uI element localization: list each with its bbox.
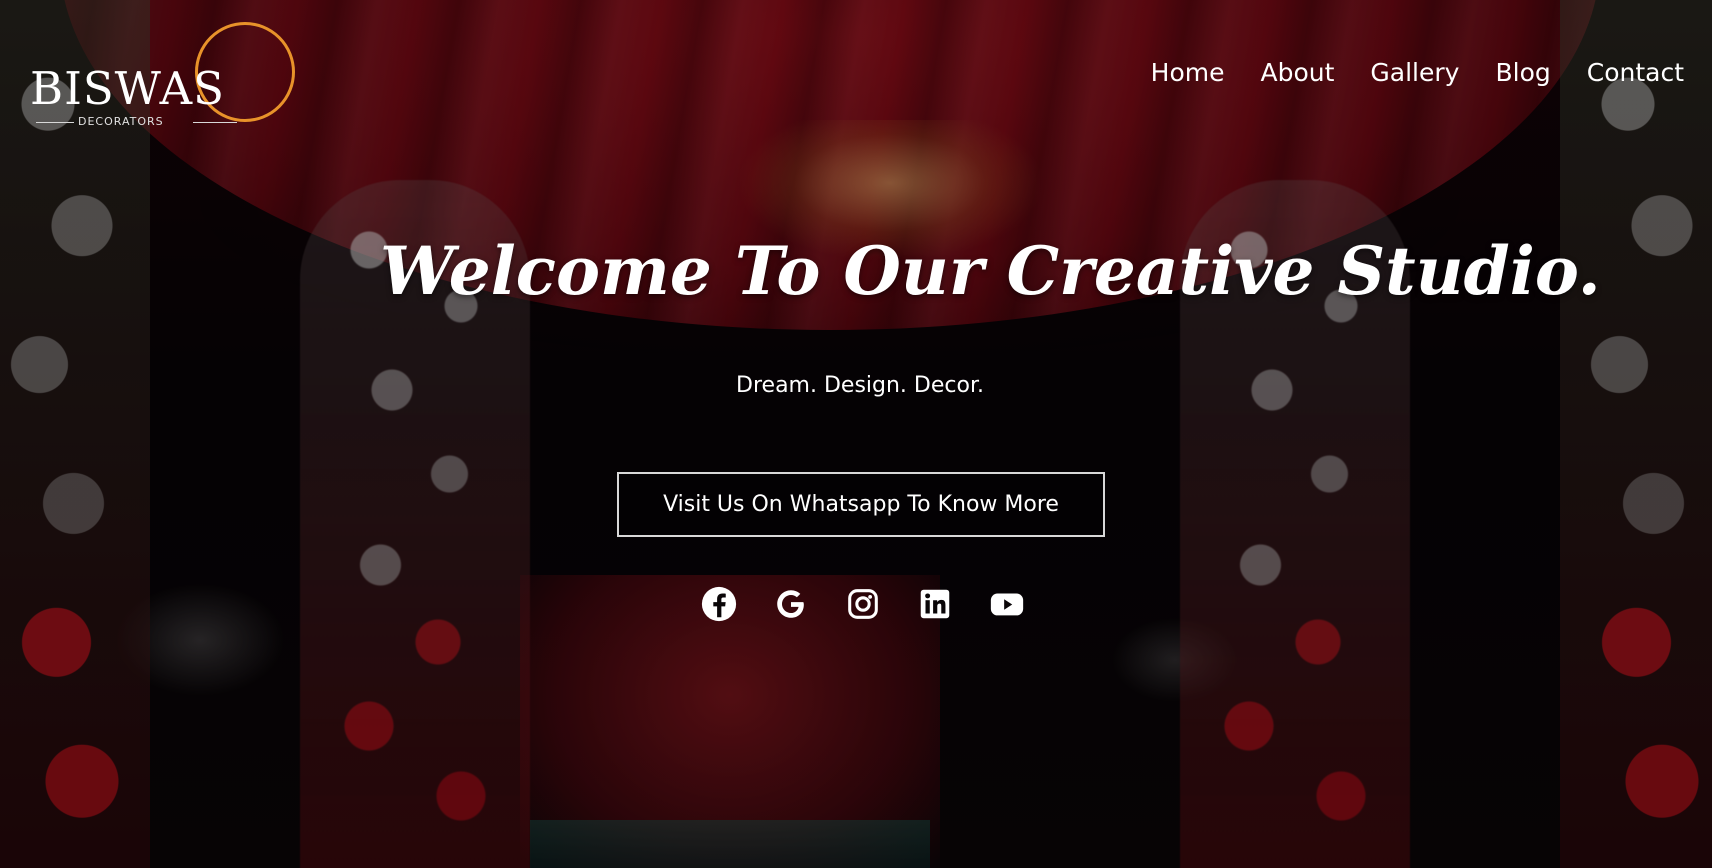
nav-home[interactable]: Home (1151, 58, 1225, 87)
hero-tagline: Dream. Design. Decor. (736, 373, 984, 398)
nav-contact[interactable]: Contact (1587, 58, 1684, 87)
main-nav: Home About Gallery Blog Contact (1151, 58, 1684, 87)
logo-divider-left (36, 122, 74, 123)
nav-blog[interactable]: Blog (1495, 58, 1550, 87)
logo-wordmark: BISWAS (30, 62, 226, 115)
nav-gallery[interactable]: Gallery (1370, 58, 1459, 87)
nav-about[interactable]: About (1261, 58, 1335, 87)
instagram-icon[interactable] (844, 585, 882, 623)
social-links (700, 585, 1026, 623)
hero-headline: Welcome To Our Creative Studio. (380, 232, 1601, 310)
google-icon[interactable] (772, 585, 810, 623)
site-logo[interactable]: BISWAS DECORATORS (30, 22, 295, 132)
linkedin-icon[interactable] (916, 585, 954, 623)
logo-divider-right (193, 122, 237, 123)
facebook-icon[interactable] (700, 585, 738, 623)
youtube-icon[interactable] (988, 585, 1026, 623)
logo-subtitle: DECORATORS (78, 115, 164, 128)
whatsapp-cta-button[interactable]: Visit Us On Whatsapp To Know More (617, 472, 1105, 537)
